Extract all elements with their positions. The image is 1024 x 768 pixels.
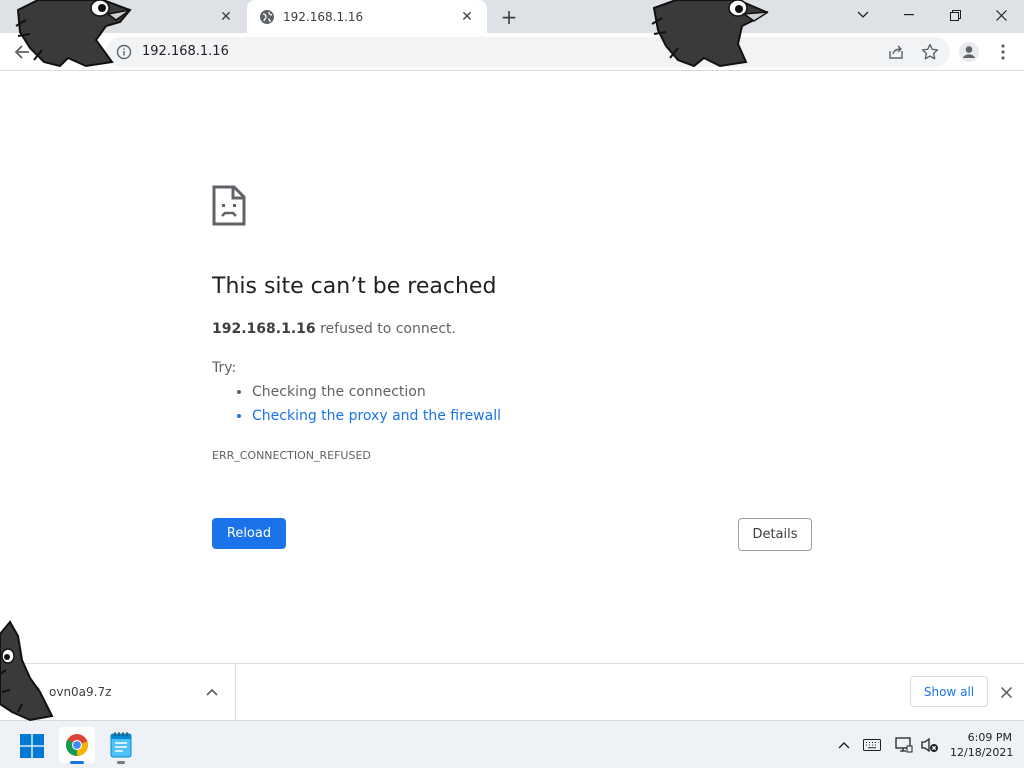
crow-sprite-top-right xyxy=(651,0,769,68)
close-icon[interactable]: ✕ xyxy=(457,7,477,27)
menu-dots-icon xyxy=(1001,44,1005,60)
suggestions-list: Checking the connection Checking the pro… xyxy=(232,384,501,432)
globe-icon xyxy=(259,9,275,25)
keyboard-button[interactable] xyxy=(862,736,882,754)
new-tab-button[interactable]: + xyxy=(497,5,521,29)
tab-strip: ✕ 192.168.1.16 ✕ + xyxy=(0,0,1024,33)
error-message: refused to connect. xyxy=(320,321,456,337)
suggestion-check-connection: Checking the connection xyxy=(252,384,501,401)
taskbar-chrome[interactable] xyxy=(59,727,95,763)
error-description: 192.168.1.16 refused to connect. xyxy=(212,321,456,337)
menu-button[interactable] xyxy=(992,41,1014,63)
network-button[interactable] xyxy=(894,736,914,754)
star-icon[interactable] xyxy=(920,42,940,62)
active-app-indicator xyxy=(70,761,84,764)
taskbar-clock[interactable]: 6:09 PM 12/18/2021 xyxy=(950,730,1014,760)
toolbar: 192.168.1.16 xyxy=(0,33,1024,71)
restore-button[interactable] xyxy=(932,0,978,30)
sad-page-icon xyxy=(212,185,246,226)
crow-sprite-top-left xyxy=(15,0,132,68)
tray-overflow-button[interactable] xyxy=(834,736,854,754)
keyboard-icon xyxy=(863,739,881,751)
tab-active[interactable]: 192.168.1.16 ✕ xyxy=(247,0,487,33)
try-label: Try: xyxy=(212,360,237,376)
running-app-indicator xyxy=(117,761,125,764)
error-code: ERR_CONNECTION_REFUSED xyxy=(212,449,371,462)
close-shelf-button[interactable] xyxy=(996,682,1016,702)
share-icon[interactable] xyxy=(887,43,905,61)
clock-date: 12/18/2021 xyxy=(950,746,1014,759)
close-icon[interactable]: ✕ xyxy=(216,7,236,27)
url-text: 192.168.1.16 xyxy=(142,44,229,59)
close-icon xyxy=(995,9,1007,21)
windows-start-icon[interactable] xyxy=(20,734,44,758)
reload-button[interactable]: Reload xyxy=(212,518,286,549)
minimize-icon xyxy=(904,14,914,16)
chevron-up-icon[interactable] xyxy=(204,685,220,699)
suggestion-proxy-firewall-link[interactable]: Checking the proxy and the firewall xyxy=(252,408,501,425)
chevron-up-icon xyxy=(838,742,850,749)
chevron-down-icon xyxy=(857,11,869,18)
network-icon xyxy=(895,737,913,753)
volume-muted-icon xyxy=(921,737,938,753)
tab-search-button[interactable] xyxy=(840,0,886,30)
close-window-button[interactable] xyxy=(978,0,1024,30)
page-title: This site can’t be reached xyxy=(212,274,497,299)
minimize-button[interactable] xyxy=(886,0,932,30)
profile-icon[interactable] xyxy=(958,41,980,63)
clock-time: 6:09 PM xyxy=(967,731,1012,744)
close-icon xyxy=(1000,686,1012,698)
download-shelf: ovn0a9.7z Show all xyxy=(0,663,1024,720)
tab-title: 192.168.1.16 xyxy=(283,9,364,24)
plus-icon: + xyxy=(500,5,518,29)
crow-sprite-bottom-left xyxy=(0,620,54,722)
volume-button[interactable] xyxy=(920,736,940,754)
notepad-icon[interactable] xyxy=(107,731,135,759)
error-host: 192.168.1.16 xyxy=(212,321,316,337)
details-button[interactable]: Details xyxy=(738,518,812,551)
restore-icon xyxy=(949,9,961,21)
chrome-icon xyxy=(66,734,89,757)
taskbar: 6:09 PM 12/18/2021 xyxy=(0,720,1024,768)
address-bar[interactable]: 192.168.1.16 xyxy=(106,37,950,67)
show-all-button[interactable]: Show all xyxy=(910,676,988,707)
